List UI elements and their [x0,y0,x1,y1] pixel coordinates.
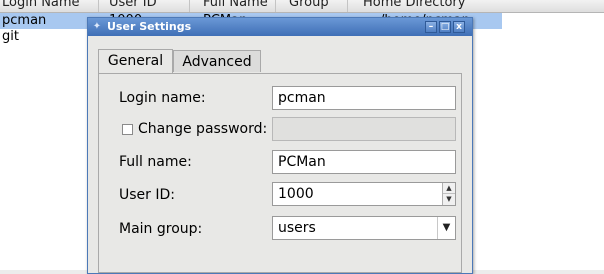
dialog-title: User Settings [107,20,192,33]
password-field [272,117,456,141]
minimize-button[interactable]: – [425,21,437,33]
column-header-user-id[interactable]: User ID [107,0,190,12]
login-name-label: Login name: [119,90,206,106]
dialog-titlebar[interactable]: ✦ User Settings – □ x [88,18,472,36]
full-name-input[interactable]: PCMan [272,150,456,174]
tab-advanced[interactable]: Advanced [173,50,261,72]
tab-general[interactable]: General [98,49,173,73]
user-id-label: User ID: [119,187,175,203]
change-password-checkbox[interactable] [122,124,133,135]
column-header-full-name[interactable]: Full Name [201,0,276,12]
full-name-label: Full name: [119,154,192,170]
maximize-button[interactable]: □ [439,21,451,33]
general-panel: Login name: pcman Change password: Full … [98,73,462,273]
cell-login: git [2,29,19,44]
main-group-label: Main group: [119,221,203,237]
column-header-group[interactable]: Group [287,0,348,12]
spin-down-icon[interactable]: ▼ [443,194,455,205]
app-icon: ✦ [92,21,102,32]
list-empty-area [502,13,604,270]
main-group-value: users [278,220,316,236]
login-name-input[interactable]: pcman [272,86,456,110]
column-header-home-directory[interactable]: Home Directory [361,0,503,12]
cell-login: pcman [2,13,47,28]
column-header-login-name[interactable]: Login Name [0,0,99,12]
user-settings-dialog: ✦ User Settings – □ x General Advanced L… [87,17,473,274]
chevron-down-icon[interactable]: ▼ [437,217,455,239]
change-password-label[interactable]: Change password: [138,119,267,139]
list-header: Login Name User ID Full Name Group Home … [0,0,604,13]
spin-buttons: ▲ ▼ [442,183,455,205]
user-id-spinbox[interactable]: 1000 ▲ ▼ [272,182,456,206]
close-button[interactable]: x [453,21,465,33]
spin-up-icon[interactable]: ▲ [443,183,455,194]
user-id-value: 1000 [278,186,314,202]
main-group-select[interactable]: users ▼ [272,216,456,240]
